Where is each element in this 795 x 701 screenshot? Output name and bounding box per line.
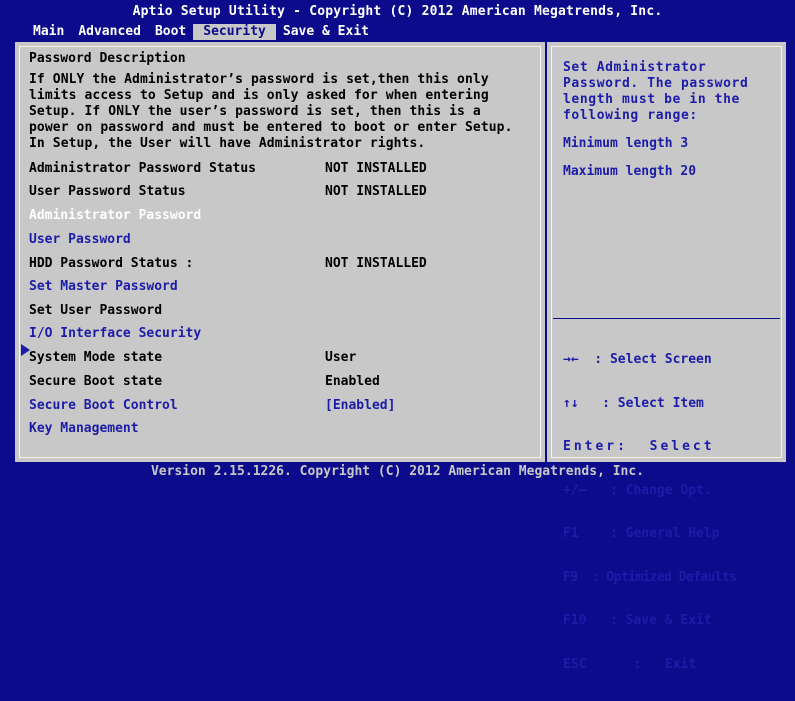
help-divider <box>553 318 780 319</box>
set-master-password-item[interactable]: Set Master Password <box>29 278 178 296</box>
hdd-password-status-row: HDD Password Status : NOT INSTALLED <box>29 255 427 273</box>
user-password-item[interactable]: User Password <box>29 231 131 249</box>
key-esc-exit: ESC : Exit <box>563 656 697 672</box>
user-password-status-label: User Password Status <box>29 184 186 199</box>
secure-boot-state-value: Enabled <box>325 374 380 389</box>
tab-boot[interactable]: Boot <box>148 24 193 40</box>
desc-line: If ONLY the Administrator’s password is … <box>29 72 489 87</box>
secure-boot-control-label: Secure Boot Control <box>29 398 178 413</box>
secure-boot-state-label: Secure Boot state <box>29 374 163 389</box>
help-pane: Set Administrator Password. The password… <box>547 42 786 671</box>
hdd-password-status-label: HDD Password Status : <box>29 256 194 271</box>
system-mode-state-value: User <box>325 350 357 365</box>
key-management-item[interactable]: Key Management <box>29 420 139 438</box>
tab-bar: Main Advanced Boot Security Save & Exit <box>26 24 376 40</box>
key-optimized-defaults: F9 : Optimized Defaults <box>563 569 737 585</box>
desc-line: In Setup, the User will have Administrat… <box>29 136 426 151</box>
key-change-opt: +/— : Change Opt. <box>563 482 712 498</box>
admin-password-status-row: Administrator Password Status NOT INSTAL… <box>29 160 427 178</box>
system-mode-state-label: System Mode state <box>29 350 163 365</box>
settings-pane: Password Description If ONLY the Adminis… <box>15 42 547 462</box>
key-legend: →← : Select Screen ↑↓ : Select Item Ente… <box>563 324 778 701</box>
footer-version: Version 2.15.1226. Copyright (C) 2012 Am… <box>0 462 795 482</box>
desc-line: limits access to Setup and is only asked… <box>29 88 489 103</box>
tab-security[interactable]: Security <box>193 24 276 40</box>
help-text: Set Administrator Password. The password… <box>563 60 749 123</box>
admin-password-status-value: NOT INSTALLED <box>325 161 427 176</box>
secure-boot-state-row: Secure Boot state Enabled <box>29 373 380 391</box>
user-password-status-row: User Password Status NOT INSTALLED <box>29 183 427 201</box>
help-max-length: Maximum length 20 <box>563 164 697 179</box>
help-text-block: Set Administrator Password. The password… <box>563 60 778 192</box>
secure-boot-control-row[interactable]: Secure Boot Control [Enabled] <box>29 397 395 415</box>
tab-main[interactable]: Main <box>26 24 71 40</box>
password-description: If ONLY the Administrator’s password is … <box>29 72 529 152</box>
tab-save-exit[interactable]: Save & Exit <box>276 24 376 40</box>
set-user-password-item[interactable]: Set User Password <box>29 302 162 320</box>
tab-advanced[interactable]: Advanced <box>71 24 148 40</box>
user-password-status-value: NOT INSTALLED <box>325 184 427 199</box>
key-save-exit: F10 : Save & Exit <box>563 613 712 628</box>
administrator-password-item[interactable]: Administrator Password <box>29 207 201 225</box>
help-min-length: Minimum length 3 <box>563 136 689 151</box>
admin-password-status-label: Administrator Password Status <box>29 161 256 176</box>
secure-boot-control-value[interactable]: [Enabled] <box>325 397 395 415</box>
io-interface-security-item[interactable]: I/O Interface Security <box>29 325 201 343</box>
desc-line: Setup. If ONLY the user’s password is se… <box>29 104 481 119</box>
main-panel: Password Description If ONLY the Adminis… <box>14 41 787 671</box>
password-description-title: Password Description <box>29 51 186 66</box>
header-bar: Aptio Setup Utility - Copyright (C) 2012… <box>0 0 795 40</box>
key-general-help: F1 : General Help <box>563 526 720 541</box>
desc-line: power on password and must be entered to… <box>29 120 513 135</box>
hdd-password-status-value: NOT INSTALLED <box>325 256 427 271</box>
system-mode-state-row: System Mode state User <box>29 349 356 367</box>
key-select-screen: →← : Select Screen <box>563 352 712 367</box>
key-select-item: ↑↓ : Select Item <box>563 395 704 411</box>
app-title: Aptio Setup Utility - Copyright (C) 2012… <box>132 4 663 19</box>
key-enter-select: Enter: Select <box>563 439 715 454</box>
